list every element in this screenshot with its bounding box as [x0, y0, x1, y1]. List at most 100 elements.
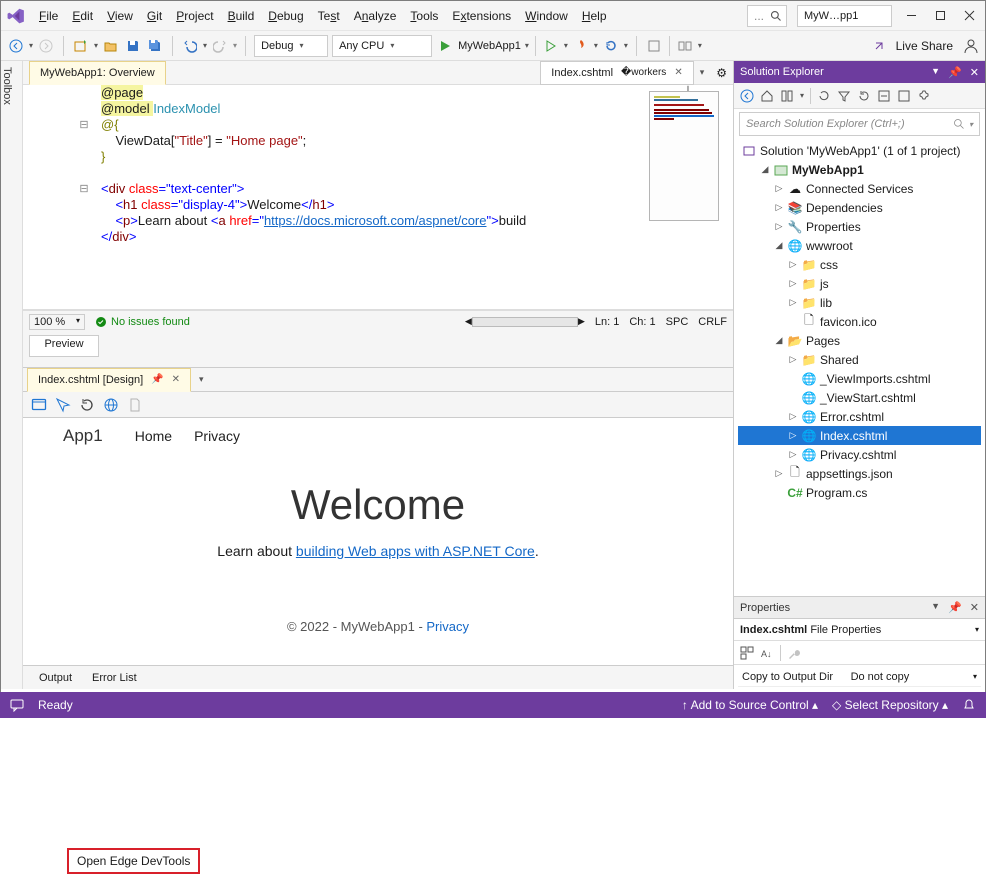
indent-mode[interactable]: SPC	[666, 316, 689, 328]
tab-overflow-icon[interactable]: ▾	[694, 67, 711, 78]
nav-home[interactable]: Home	[135, 428, 172, 444]
learn-link[interactable]: building Web apps with ASP.NET Core	[296, 543, 535, 559]
menu-debug[interactable]: Debug	[262, 5, 309, 27]
design-overflow-icon[interactable]: ▾	[191, 374, 212, 385]
add-source-control[interactable]: ↑ Add to Source Control ▴	[682, 698, 818, 712]
tree-item[interactable]: ▷📁Shared	[738, 350, 981, 369]
redo-icon[interactable]	[211, 37, 229, 55]
minimize-icon[interactable]	[906, 10, 917, 21]
maximize-icon[interactable]	[935, 10, 946, 21]
se-sync-icon[interactable]	[817, 89, 831, 103]
tree-item[interactable]: ▷🗋appsettings.json	[738, 464, 981, 483]
menu-help[interactable]: Help	[576, 5, 613, 27]
panel-pin-icon[interactable]: 📌	[948, 66, 962, 79]
menu-tools[interactable]: Tools	[404, 5, 444, 27]
toolbox-tab[interactable]: Toolbox	[1, 61, 23, 689]
menu-test[interactable]: Test	[312, 5, 346, 27]
nav-forward-icon[interactable]	[37, 37, 55, 55]
properties-header[interactable]: Properties ▼ 📌 ✕	[734, 597, 985, 619]
close-design-tab-icon[interactable]: ✕	[172, 374, 180, 385]
tree-item[interactable]: 🌐_ViewStart.cshtml	[738, 388, 981, 407]
hotreload-icon[interactable]	[572, 37, 590, 55]
panel-close-icon[interactable]: ✕	[970, 66, 979, 79]
no-issues-indicator[interactable]: No issues found	[95, 316, 190, 328]
open-devtools-icon[interactable]	[31, 397, 47, 413]
nav-back-icon[interactable]	[7, 37, 25, 55]
solution-title[interactable]: MyW…pp1	[797, 5, 892, 27]
open-icon[interactable]	[102, 37, 120, 55]
minimap[interactable]	[649, 91, 719, 221]
tree-item[interactable]: 🗋favicon.ico	[738, 312, 981, 331]
tree-item[interactable]: ▷📚Dependencies	[738, 198, 981, 217]
tree-item[interactable]: ▷🌐Privacy.cshtml	[738, 445, 981, 464]
newfile-icon[interactable]	[127, 397, 143, 413]
tree-item[interactable]: ▷🌐Error.cshtml	[738, 407, 981, 426]
close-tab-icon[interactable]: ✕	[674, 67, 682, 78]
tree-item[interactable]: 🌐_ViewImports.cshtml	[738, 369, 981, 388]
tree-item-selected[interactable]: ▷🌐Index.cshtml	[738, 426, 981, 445]
outline-collapse-icon[interactable]: ⊟	[77, 117, 91, 133]
platform-combo[interactable]: Any CPU▾	[332, 35, 432, 57]
tree-item[interactable]: ▷📁css	[738, 255, 981, 274]
tree-item[interactable]: ▷☁Connected Services	[738, 179, 981, 198]
menu-window[interactable]: Window	[519, 5, 574, 27]
se-home-icon[interactable]	[760, 89, 774, 103]
code-editor[interactable]: @page @model IndexModel @{ ViewData["Tit…	[101, 85, 637, 245]
menu-git[interactable]: Git	[141, 5, 168, 27]
outline-collapse-icon[interactable]: ⊟	[77, 181, 91, 197]
notifications-icon[interactable]	[962, 698, 976, 712]
menu-view[interactable]: View	[101, 5, 139, 27]
property-row[interactable]: Copy to Output DirDo not copy▾	[738, 667, 981, 687]
title-search[interactable]: ...	[747, 5, 787, 27]
browser-icon[interactable]	[103, 397, 119, 413]
tree-item[interactable]: ▷📁lib	[738, 293, 981, 312]
tree-item[interactable]: ◢📂Pages	[738, 331, 981, 350]
menu-build[interactable]: Build	[222, 5, 261, 27]
misc-icon-1[interactable]	[645, 37, 663, 55]
props-categorized-icon[interactable]	[740, 646, 754, 660]
save-icon[interactable]	[124, 37, 142, 55]
live-share[interactable]: Live Share	[896, 39, 953, 53]
menu-extensions[interactable]: Extensions	[446, 5, 517, 27]
editor-tab-index[interactable]: Index.cshtml�workers✕	[540, 61, 693, 85]
se-collapse-icon[interactable]	[877, 89, 891, 103]
new-project-icon[interactable]	[72, 37, 90, 55]
lineending-mode[interactable]: CRLF	[698, 316, 727, 328]
inspect-icon[interactable]	[55, 397, 71, 413]
save-all-icon[interactable]	[146, 37, 164, 55]
solution-node[interactable]: Solution 'MyWebApp1' (1 of 1 project)	[738, 141, 981, 160]
se-properties-icon[interactable]	[917, 89, 931, 103]
start-nodebug-icon[interactable]	[542, 37, 560, 55]
errorlist-tab[interactable]: Error List	[84, 669, 145, 687]
se-filter-icon[interactable]	[837, 89, 851, 103]
tree-item[interactable]: ▷📁js	[738, 274, 981, 293]
solution-explorer-header[interactable]: Solution Explorer ▼ 📌 ✕	[734, 61, 985, 83]
se-refresh-icon[interactable]	[857, 89, 871, 103]
browserlink-refresh-icon[interactable]	[602, 37, 620, 55]
tree-item[interactable]: ▷🔧Properties	[738, 217, 981, 236]
liveshare-icon[interactable]	[872, 39, 886, 53]
overview-tab[interactable]: MyWebApp1: Overview	[29, 61, 166, 85]
se-back-icon[interactable]	[740, 89, 754, 103]
props-pin-icon[interactable]: 📌	[948, 601, 962, 614]
preview-button[interactable]: Preview	[29, 335, 99, 357]
pin-design-icon[interactable]: 📌	[151, 374, 163, 385]
se-switch-icon[interactable]	[780, 89, 794, 103]
solution-tree[interactable]: Solution 'MyWebApp1' (1 of 1 project) ◢M…	[734, 139, 985, 596]
select-repository[interactable]: ◇ Select Repository ▴	[832, 698, 948, 712]
pin-icon[interactable]: �workers	[621, 67, 666, 78]
tree-item[interactable]: C#Program.cs	[738, 483, 981, 502]
account-icon[interactable]	[963, 38, 979, 54]
nav-privacy[interactable]: Privacy	[194, 428, 240, 444]
start-debug-icon[interactable]	[436, 37, 454, 55]
menu-analyze[interactable]: Analyze	[348, 5, 403, 27]
undo-icon[interactable]	[181, 37, 199, 55]
menu-project[interactable]: Project	[170, 5, 219, 27]
menu-edit[interactable]: Edit	[66, 5, 99, 27]
gear-icon[interactable]: ⚙	[710, 66, 733, 80]
se-search[interactable]: Search Solution Explorer (Ctrl+;) ▾	[739, 112, 980, 136]
se-showall-icon[interactable]	[897, 89, 911, 103]
status-feedback-icon[interactable]	[10, 698, 24, 712]
zoom-combo[interactable]: 100 %▾	[29, 314, 85, 330]
props-close-icon[interactable]: ✕	[970, 601, 979, 614]
